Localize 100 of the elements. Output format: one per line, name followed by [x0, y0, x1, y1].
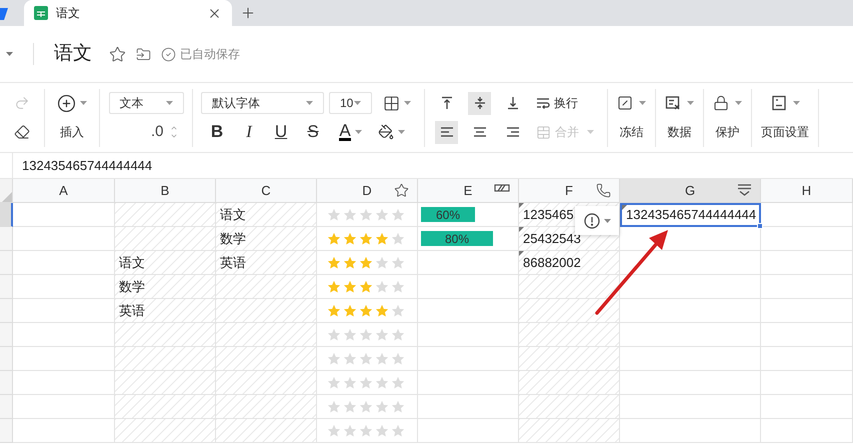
- caret-icon: [587, 130, 594, 134]
- caret-icon: [398, 130, 405, 134]
- caret-icon: [404, 101, 411, 105]
- cell-text: 数学: [219, 230, 246, 248]
- empty-star-icon: [375, 328, 389, 342]
- column-header[interactable]: C: [216, 179, 317, 203]
- column-header[interactable]: E: [418, 179, 519, 203]
- empty-star-icon: [343, 352, 357, 366]
- empty-star-icon: [343, 400, 357, 414]
- toolbar-menu-button[interactable]: 冻结: [608, 88, 656, 146]
- empty-star-icon: [327, 424, 341, 438]
- empty-star-icon: [327, 352, 341, 366]
- empty-star-icon: [375, 352, 389, 366]
- cell-text: 25432543: [522, 230, 581, 248]
- empty-star-icon: [359, 352, 373, 366]
- empty-star-icon: [359, 208, 373, 222]
- number-format-select[interactable]: 文本: [108, 92, 184, 114]
- toolbar-menu-button[interactable]: 页面设置: [752, 88, 819, 146]
- empty-star-icon: [327, 208, 341, 222]
- caret-icon: [355, 130, 362, 134]
- column-header[interactable]: H: [761, 179, 853, 203]
- document-tab[interactable]: 语文: [24, 0, 232, 26]
- caret-icon: [687, 100, 694, 104]
- column-header[interactable]: D: [317, 179, 418, 203]
- vertical-align-button[interactable]: [468, 92, 491, 114]
- alert-icon: [584, 212, 600, 228]
- empty-star-icon: [391, 400, 405, 414]
- paint-bucket-icon: [378, 124, 394, 140]
- column-header[interactable]: G: [620, 179, 761, 203]
- save-status: 已自动保存: [180, 46, 240, 63]
- plus-circle-icon: [57, 94, 76, 113]
- text-style-button[interactable]: S: [297, 121, 329, 143]
- progress-fill: 80%: [421, 231, 493, 246]
- column-header[interactable]: F: [519, 179, 620, 203]
- align-left-icon: [440, 125, 454, 139]
- redo-icon: [14, 95, 30, 111]
- wrap-button[interactable]: 换行: [536, 94, 578, 112]
- filled-star-icon: [359, 280, 373, 294]
- error-options-button[interactable]: [575, 206, 619, 235]
- font-size-select[interactable]: 10: [329, 92, 372, 114]
- freeze-icon: [617, 94, 633, 110]
- star-icon[interactable]: [109, 46, 126, 62]
- empty-star-icon: [391, 280, 405, 294]
- new-tab-icon[interactable]: [240, 5, 256, 21]
- filled-star-icon: [343, 232, 357, 246]
- menu-label: 保护: [716, 124, 740, 140]
- align-center-icon: [472, 125, 486, 139]
- merge-cells-icon: [536, 124, 551, 140]
- empty-star-icon: [375, 280, 389, 294]
- empty-star-icon: [327, 376, 341, 390]
- column-header[interactable]: B: [115, 179, 216, 203]
- caret-icon: [306, 101, 313, 105]
- cell-text: 1235465: [522, 206, 574, 224]
- empty-star-icon: [391, 424, 405, 438]
- empty-star-icon: [343, 376, 357, 390]
- caret-icon: [354, 101, 361, 105]
- filled-star-icon: [327, 232, 341, 246]
- insert-label: 插入: [60, 124, 84, 142]
- borders-button[interactable]: [383, 94, 411, 112]
- align-right-icon: [506, 125, 520, 139]
- align-top-icon: [440, 96, 454, 110]
- check-circle-icon: [161, 46, 176, 62]
- empty-star-icon: [391, 376, 405, 390]
- empty-star-icon: [343, 208, 357, 222]
- toolbar-menu-button[interactable]: 保护: [704, 88, 752, 146]
- lock-icon: [713, 94, 729, 110]
- insert-button[interactable]: 插入: [45, 88, 100, 146]
- menu-label: 冻结: [620, 124, 644, 140]
- text-style-button[interactable]: B: [201, 121, 233, 143]
- empty-star-icon: [391, 208, 405, 222]
- text-style-button[interactable]: I: [233, 121, 265, 143]
- empty-star-icon: [359, 424, 373, 438]
- move-folder-icon[interactable]: [136, 46, 151, 62]
- data-list-icon: [665, 94, 681, 110]
- menu-label: 数据: [668, 124, 692, 140]
- caret-icon: [639, 100, 646, 104]
- formula-bar-value[interactable]: 132435465744444444: [22, 156, 152, 176]
- fill-color-button[interactable]: [378, 124, 405, 140]
- fill-handle[interactable]: [757, 223, 763, 229]
- document-title[interactable]: 语文: [54, 40, 92, 68]
- cell-text: 数学: [118, 278, 145, 296]
- filled-star-icon: [327, 280, 341, 294]
- align-middle-icon: [472, 96, 486, 110]
- toolbar-menu-button[interactable]: 数据: [656, 88, 704, 146]
- cell-text: 英语: [118, 302, 145, 320]
- star-icon: [394, 183, 409, 198]
- text-style-button[interactable]: U: [265, 121, 297, 143]
- empty-star-icon: [343, 328, 357, 342]
- phone-icon: [596, 183, 611, 198]
- column-header[interactable]: A: [13, 179, 115, 203]
- wrap-icon: [536, 96, 550, 110]
- filled-star-icon: [343, 256, 357, 270]
- row-header[interactable]: [0, 203, 13, 227]
- empty-star-icon: [375, 400, 389, 414]
- cell-text: 86882002: [522, 254, 581, 272]
- font-select[interactable]: 默认字体: [201, 92, 324, 114]
- empty-star-icon: [359, 376, 373, 390]
- caret-icon: [166, 100, 172, 105]
- decimal-places-label: .0: [150, 122, 164, 142]
- horizontal-align-button[interactable]: [435, 120, 458, 144]
